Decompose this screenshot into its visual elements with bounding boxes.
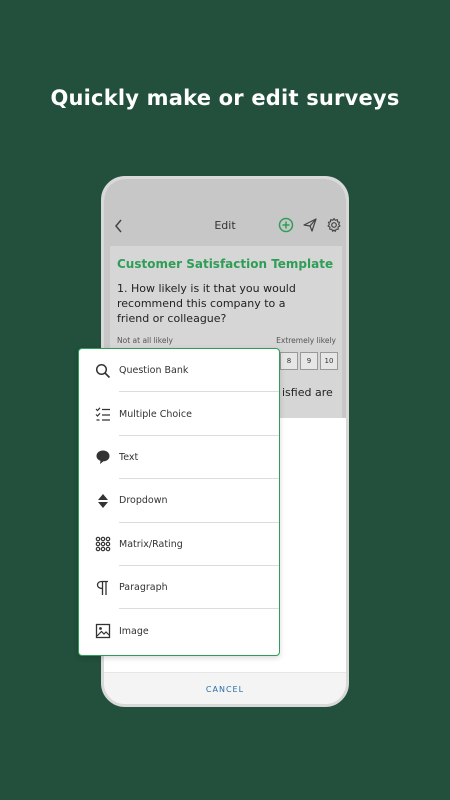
rating-option[interactable]: 10 (320, 352, 338, 370)
menu-item-label: Question Bank (119, 365, 189, 377)
checklist-icon (95, 406, 111, 422)
bottom-bar: CANCEL (104, 672, 346, 704)
scale-high-label: Extremely likely (276, 336, 336, 345)
scale-low-label: Not at all likely (117, 336, 173, 345)
rating-option[interactable]: 9 (300, 352, 318, 370)
question-text[interactable]: 1. How likely is it that you would recom… (117, 281, 317, 326)
search-icon (95, 363, 111, 379)
menu-item-dropdown[interactable]: Dropdown (79, 479, 279, 523)
menu-item-label: Text (119, 451, 139, 463)
rating-scale: 8 9 10 (280, 352, 338, 370)
add-circle-icon[interactable] (278, 217, 294, 233)
cancel-button[interactable]: CANCEL (104, 685, 346, 694)
speech-bubble-icon (95, 449, 111, 465)
menu-item-label: Matrix/Rating (119, 538, 183, 550)
send-icon[interactable] (302, 217, 318, 233)
survey-title[interactable]: Customer Satisfaction Template (117, 257, 333, 271)
menu-item-label: Multiple Choice (119, 408, 192, 420)
menu-item-multiple-choice[interactable]: Multiple Choice (79, 392, 279, 436)
rating-option[interactable]: 8 (280, 352, 298, 370)
menu-item-paragraph[interactable]: Paragraph (79, 566, 279, 610)
add-question-menu: Question Bank Multiple Choice Text Dropd… (78, 348, 280, 656)
grid-dots-icon (95, 536, 111, 552)
menu-item-label: Image (119, 625, 149, 637)
next-question-text: isfied are (282, 386, 333, 399)
menu-item-question-bank[interactable]: Question Bank (79, 349, 279, 393)
pilcrow-icon (95, 580, 111, 596)
app-bar: Edit (104, 179, 346, 245)
image-icon (95, 623, 111, 639)
gear-icon[interactable] (326, 217, 342, 233)
menu-item-label: Dropdown (119, 495, 168, 507)
headline: Quickly make or edit surveys (50, 86, 400, 110)
menu-item-text[interactable]: Text (79, 436, 279, 480)
menu-item-matrix-rating[interactable]: Matrix/Rating (79, 523, 279, 566)
menu-item-image[interactable]: Image (79, 609, 279, 652)
dropdown-arrows-icon (95, 493, 111, 509)
menu-item-label: Paragraph (119, 582, 168, 594)
